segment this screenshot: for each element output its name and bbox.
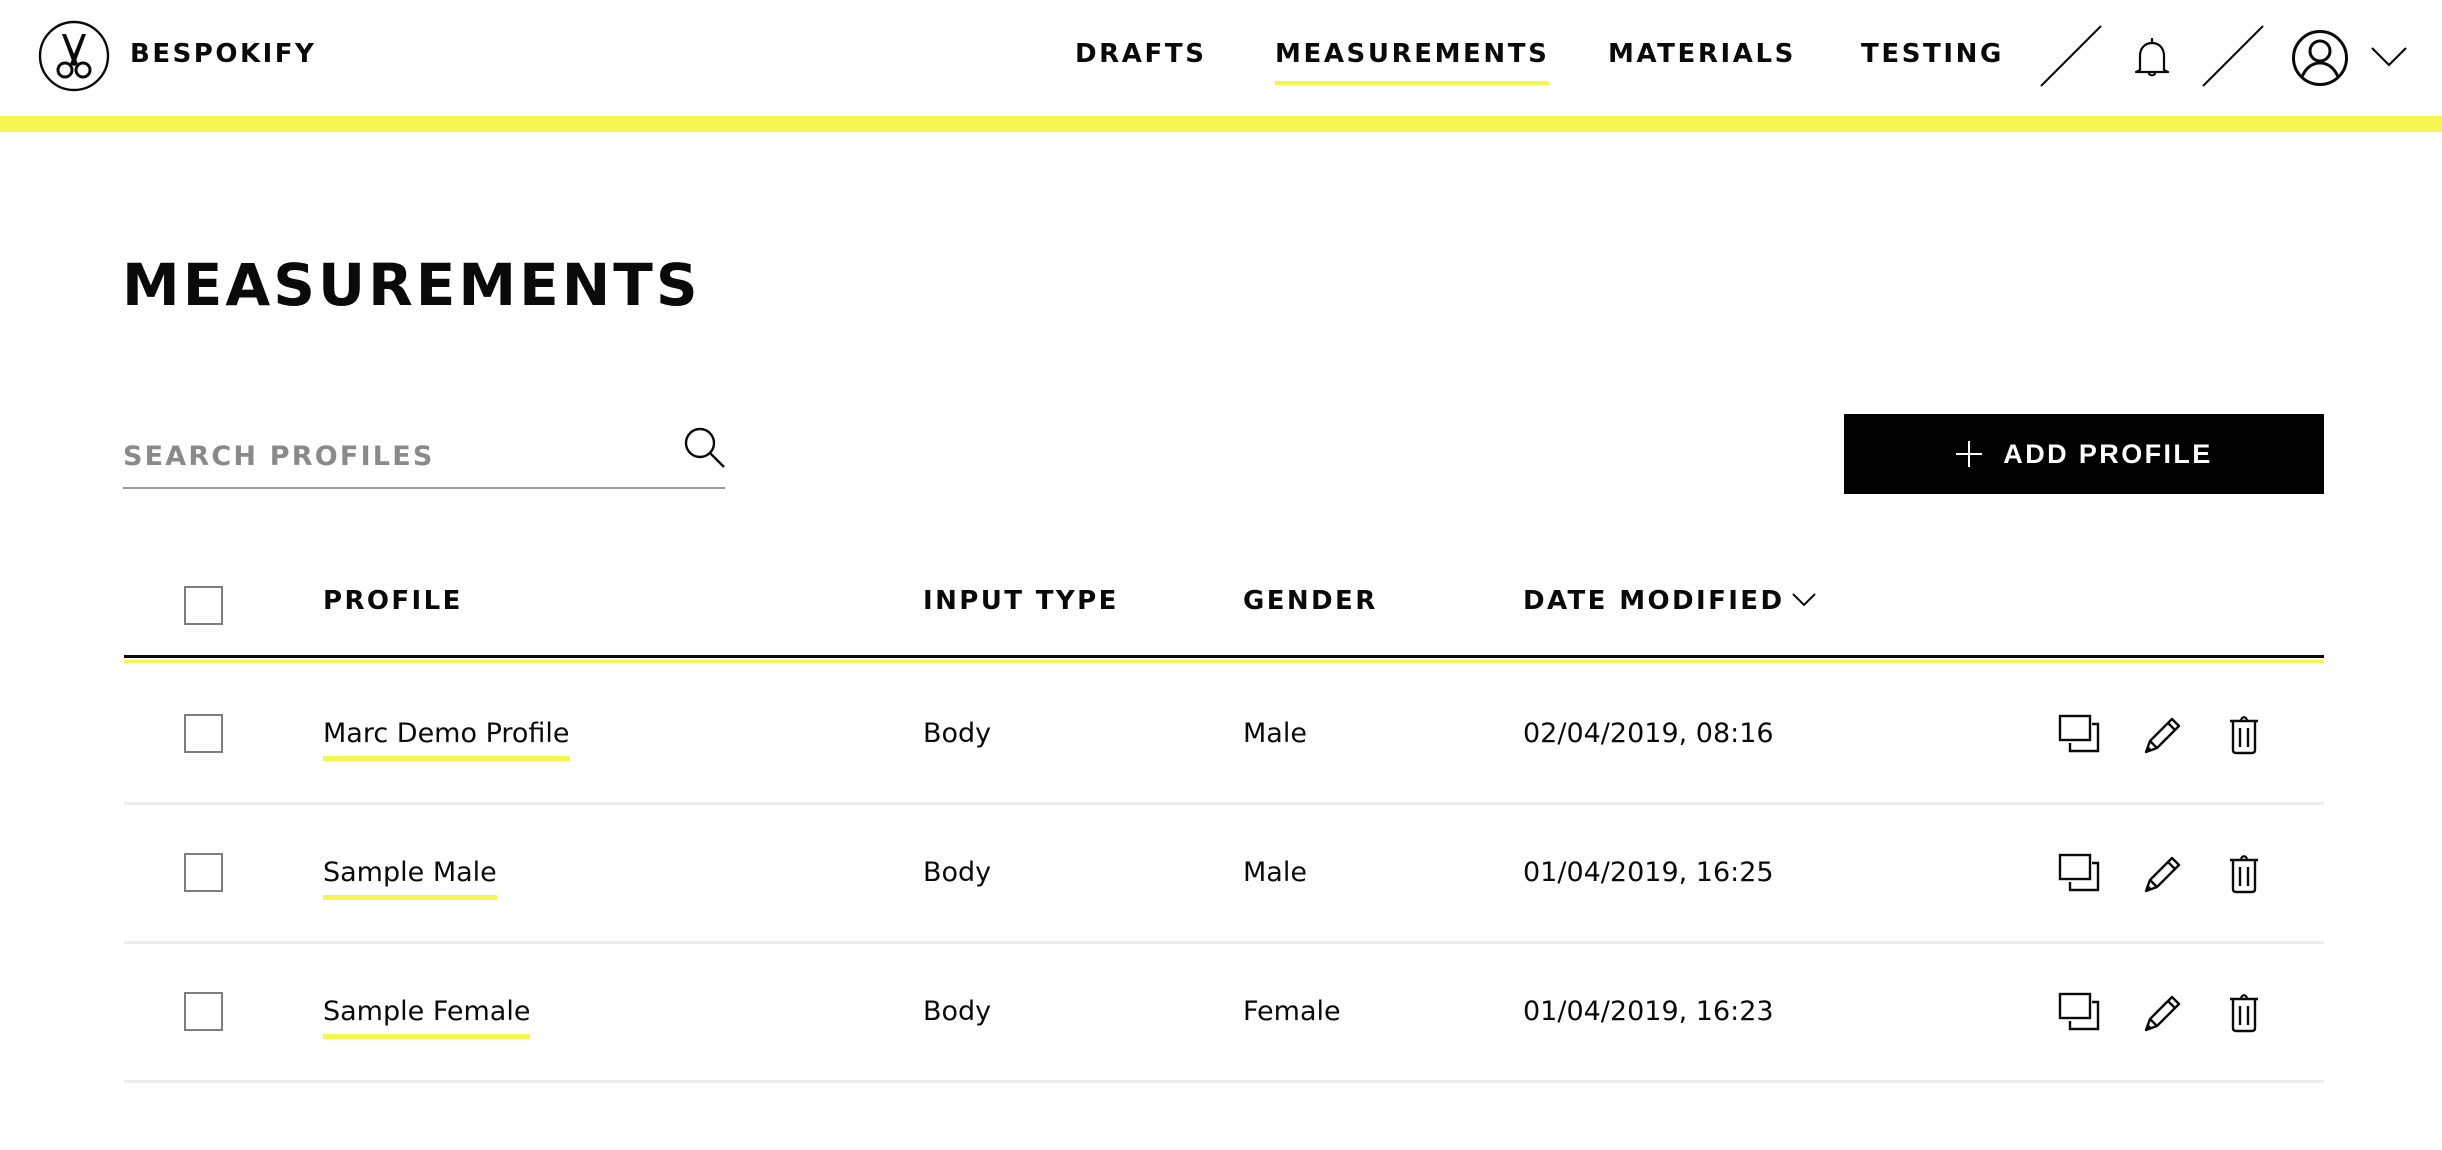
add-profile-button[interactable]: ADD PROFILE	[1844, 414, 2324, 494]
divider-slash	[2040, 25, 2102, 87]
profile-name-link[interactable]: Marc Demo Profile	[323, 716, 570, 761]
accent-bar	[0, 116, 2442, 132]
bell-icon[interactable]	[2132, 36, 2172, 78]
page-title: MEASUREMENTS	[122, 251, 701, 319]
brand-name[interactable]: BESPOKIFY	[130, 38, 316, 70]
profile-name-link[interactable]: Sample Male	[323, 855, 497, 900]
date-modified-cell: 02/04/2019, 08:16	[1523, 718, 1774, 749]
column-header-date-modified-label: DATE MODIFIED	[1523, 586, 1785, 616]
profiles-table: PROFILE INPUT TYPE GENDER DATE MODIFIED …	[124, 560, 2324, 1083]
table-body: Marc Demo Profile Body Male 02/04/2019, …	[124, 666, 2324, 1083]
scissors-logo-icon[interactable]	[38, 20, 110, 92]
chevron-down-icon[interactable]	[2370, 46, 2408, 68]
input-type-cell: Body	[923, 996, 992, 1027]
edit-pencil-icon[interactable]	[2142, 714, 2184, 756]
search-icon[interactable]	[683, 426, 727, 470]
profile-name: Sample Female	[323, 994, 531, 1039]
nav-testing[interactable]: TESTING	[1861, 37, 2004, 71]
duplicate-icon[interactable]	[2058, 853, 2100, 895]
row-checkbox[interactable]	[184, 992, 223, 1031]
delete-trash-icon[interactable]	[2224, 992, 2266, 1034]
sort-chevron-down-icon[interactable]	[1792, 592, 1817, 607]
profile-name: Marc Demo Profile	[323, 716, 570, 761]
nav-drafts[interactable]: DRAFTS	[1075, 37, 1207, 71]
table-header: PROFILE INPUT TYPE GENDER DATE MODIFIED	[124, 560, 2324, 663]
duplicate-icon[interactable]	[2058, 714, 2100, 756]
add-profile-label: ADD PROFILE	[2003, 439, 2213, 469]
divider-slash	[2202, 25, 2264, 87]
select-all-checkbox[interactable]	[184, 586, 223, 625]
date-modified-cell: 01/04/2019, 16:23	[1523, 996, 1774, 1027]
table-row: Marc Demo Profile Body Male 02/04/2019, …	[124, 666, 2324, 805]
user-avatar-icon[interactable]	[2291, 29, 2349, 87]
column-header-gender[interactable]: GENDER	[1243, 584, 1378, 618]
row-checkbox[interactable]	[184, 714, 223, 753]
duplicate-icon[interactable]	[2058, 992, 2100, 1034]
input-type-cell: Body	[923, 718, 992, 749]
row-checkbox[interactable]	[184, 853, 223, 892]
table-row: Sample Male Body Male 01/04/2019, 16:25	[124, 805, 2324, 944]
gender-cell: Male	[1243, 857, 1307, 888]
edit-pencil-icon[interactable]	[2142, 992, 2184, 1034]
top-navigation: BESPOKIFY DRAFTS MEASUREMENTS MATERIALS …	[0, 0, 2442, 116]
nav-materials[interactable]: MATERIALS	[1608, 37, 1796, 71]
profile-name-link[interactable]: Sample Female	[323, 994, 531, 1039]
input-type-cell: Body	[923, 857, 992, 888]
gender-cell: Female	[1243, 996, 1341, 1027]
column-header-date-modified[interactable]: DATE MODIFIED	[1523, 584, 1817, 618]
delete-trash-icon[interactable]	[2224, 853, 2266, 895]
profile-name: Sample Male	[323, 855, 497, 900]
date-modified-cell: 01/04/2019, 16:25	[1523, 857, 1774, 888]
nav-measurements[interactable]: MEASUREMENTS	[1275, 37, 1550, 85]
column-header-profile[interactable]: PROFILE	[323, 584, 463, 618]
delete-trash-icon[interactable]	[2224, 714, 2266, 756]
column-header-input-type[interactable]: INPUT TYPE	[923, 584, 1119, 618]
gender-cell: Male	[1243, 718, 1307, 749]
search-input[interactable]	[123, 436, 663, 476]
plus-icon	[1956, 441, 1983, 467]
table-row: Sample Female Body Female 01/04/2019, 16…	[124, 944, 2324, 1083]
edit-pencil-icon[interactable]	[2142, 853, 2184, 895]
search-field	[123, 420, 725, 489]
